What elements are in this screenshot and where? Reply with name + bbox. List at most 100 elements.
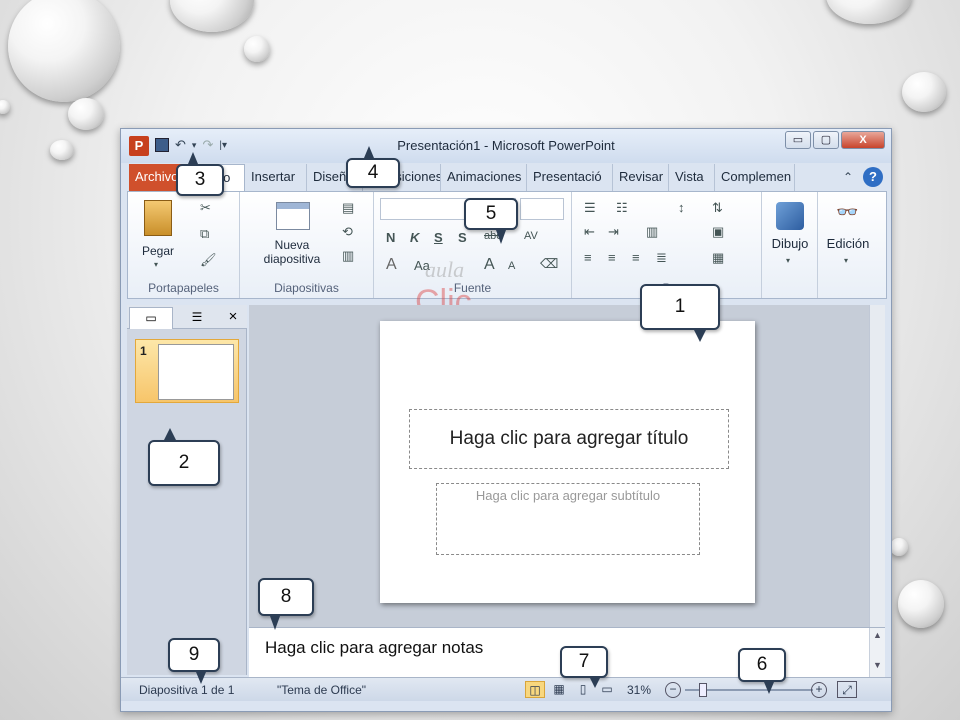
shadow-button[interactable]: S [458, 230, 467, 245]
columns-icon[interactable]: ▥ [646, 224, 658, 240]
slide-number: 1 [140, 344, 147, 358]
notes-scrollbar[interactable]: ▲ ▼ [869, 628, 885, 678]
editing-dropdown-icon[interactable]: ▾ [844, 256, 848, 265]
normal-view-icon[interactable]: ◫ [525, 681, 545, 698]
zoom-slider-thumb[interactable] [699, 683, 707, 697]
subtitle-placeholder[interactable]: Haga clic para agregar subtítulo [436, 483, 700, 555]
title-placeholder[interactable]: Haga clic para agregar título [409, 409, 729, 469]
paste-dropdown-icon[interactable]: ▾ [154, 260, 158, 269]
title-bar: P ↶ ▾ ↷ |▾ Presentación1 - Microsoft Pow… [121, 129, 891, 163]
paste-button-label[interactable]: Pegar [138, 244, 178, 258]
align-text-icon[interactable]: ▣ [712, 224, 724, 240]
scroll-down-icon[interactable]: ▼ [870, 660, 885, 670]
zoom-in-icon[interactable]: + [811, 682, 827, 698]
water-drop [50, 140, 74, 160]
reset-icon[interactable]: ⟲ [342, 224, 353, 240]
callout-8: 8 [258, 578, 314, 616]
slide-editing-area: Haga clic para agregar título Haga clic … [249, 305, 883, 627]
callout-5: 5 [464, 198, 518, 230]
section-icon[interactable]: ▥ [342, 248, 354, 264]
new-slide-label-line2[interactable]: diapositiva [252, 252, 332, 266]
close-panel-button[interactable]: × [223, 307, 243, 329]
new-slide-label-line1[interactable]: Nueva [262, 238, 322, 252]
slides-tab-icon[interactable]: ▭ [129, 307, 173, 329]
italic-button[interactable]: K [410, 230, 419, 245]
drawing-button-label[interactable]: Dibujo [762, 236, 818, 251]
help-icon[interactable]: ? [863, 167, 883, 187]
theme-name[interactable]: "Tema de Office" [277, 683, 366, 697]
callout-4: 4 [346, 158, 400, 188]
minimize-ribbon-icon[interactable]: ⌃ [843, 170, 853, 184]
layout-icon[interactable]: ▤ [342, 200, 354, 216]
callout-3: 3 [176, 164, 224, 196]
bold-button[interactable]: N [386, 230, 395, 245]
numbering-icon[interactable]: ☷ [616, 200, 628, 216]
water-drop [898, 580, 944, 628]
minimize-button[interactable]: ▭ [785, 131, 811, 149]
zoom-out-icon[interactable]: − [665, 682, 681, 698]
clipboard-group: Pegar ▾ ✂ ⧉ 🖌 Portapapeles [128, 192, 240, 298]
copy-icon[interactable]: ⧉ [200, 226, 209, 242]
align-right-icon[interactable]: ≡ [632, 250, 640, 265]
text-direction-icon[interactable]: ⇅ [712, 200, 723, 216]
slide-sorter-icon[interactable]: ▦ [549, 681, 569, 698]
scroll-up-icon[interactable]: ▲ [870, 630, 885, 640]
water-drop [8, 0, 120, 102]
tab-animations[interactable]: Animaciones [441, 164, 527, 191]
font-size-dropdown[interactable] [520, 198, 564, 220]
callout-2: 2 [148, 440, 220, 486]
clear-format-icon[interactable]: ⌫ [540, 256, 558, 272]
paste-icon[interactable] [144, 200, 172, 236]
align-left-icon[interactable]: ≡ [584, 250, 592, 265]
smartart-icon[interactable]: ▦ [712, 250, 724, 266]
current-slide: Haga clic para agregar título Haga clic … [380, 321, 755, 603]
decrease-indent-icon[interactable]: ⇤ [584, 224, 595, 240]
underline-button[interactable]: S [434, 230, 443, 245]
outline-tab-icon[interactable]: ☰ [175, 307, 219, 329]
zoom-level[interactable]: 31% [627, 683, 651, 697]
callout-6-tail [764, 682, 774, 694]
drawing-dropdown-icon[interactable]: ▾ [786, 256, 790, 265]
line-spacing-icon[interactable]: ↕ [678, 200, 685, 215]
slideshow-icon[interactable]: ▭ [597, 681, 617, 698]
slides-group: Nueva diapositiva ▤ ⟲ ▥ Diapositivas [240, 192, 374, 298]
clipboard-group-label: Portapapeles [148, 281, 219, 295]
water-drop [890, 538, 908, 556]
ribbon-tabs: Archivo Inicio Insertar Diseño Transicio… [129, 163, 889, 191]
bullets-icon[interactable]: ☰ [584, 200, 596, 216]
drawing-shapes-icon[interactable] [776, 202, 804, 230]
vertical-scrollbar[interactable] [869, 305, 885, 627]
char-spacing-button[interactable]: AV [524, 230, 538, 242]
grow-font-button[interactable]: A [484, 256, 495, 274]
shrink-font-button[interactable]: A [508, 260, 515, 272]
paragraph-group: ☰ ☷ ↕ ⇅ ⇤ ⇥ ▥ ▣ ≡ ≡ ≡ ≣ ▦ P [572, 192, 762, 298]
tab-slideshow[interactable]: Presentació [527, 164, 613, 191]
increase-indent-icon[interactable]: ⇥ [608, 224, 619, 240]
font-color-button[interactable]: A [386, 256, 397, 274]
slide-thumbnail[interactable]: 1 [135, 339, 239, 403]
editing-button-label[interactable]: Edición [818, 236, 878, 251]
tab-insert[interactable]: Insertar [245, 164, 307, 191]
water-drop [244, 36, 270, 62]
justify-icon[interactable]: ≣ [656, 250, 667, 266]
new-slide-icon[interactable] [276, 202, 310, 230]
callout-4-tail [364, 146, 374, 158]
binoculars-icon[interactable]: 👓 [836, 202, 858, 223]
window-title: Presentación1 - Microsoft PowerPoint [397, 138, 615, 153]
tab-addins[interactable]: Complemen [715, 164, 795, 191]
maximize-button[interactable]: ▢ [813, 131, 839, 149]
cut-icon[interactable]: ✂ [200, 200, 211, 216]
close-button[interactable]: X [841, 131, 885, 149]
format-painter-icon[interactable]: 🖌 [200, 252, 217, 268]
slides-panel: ▭ ☰ × 1 [127, 305, 247, 675]
change-case-button[interactable]: Aa [414, 258, 430, 273]
notes-placeholder[interactable]: Haga clic para agregar notas [265, 638, 483, 658]
tab-review[interactable]: Revisar [613, 164, 669, 191]
callout-1-tail [694, 330, 706, 342]
ribbon-tab-icons: ⌃ ? [843, 167, 883, 187]
slide-thumbnail-preview [158, 344, 234, 400]
align-center-icon[interactable]: ≡ [608, 250, 616, 265]
fit-to-window-icon[interactable]: ⤢ [837, 681, 857, 698]
tab-view[interactable]: Vista [669, 164, 715, 191]
drawing-group: Dibujo ▾ [762, 192, 818, 298]
